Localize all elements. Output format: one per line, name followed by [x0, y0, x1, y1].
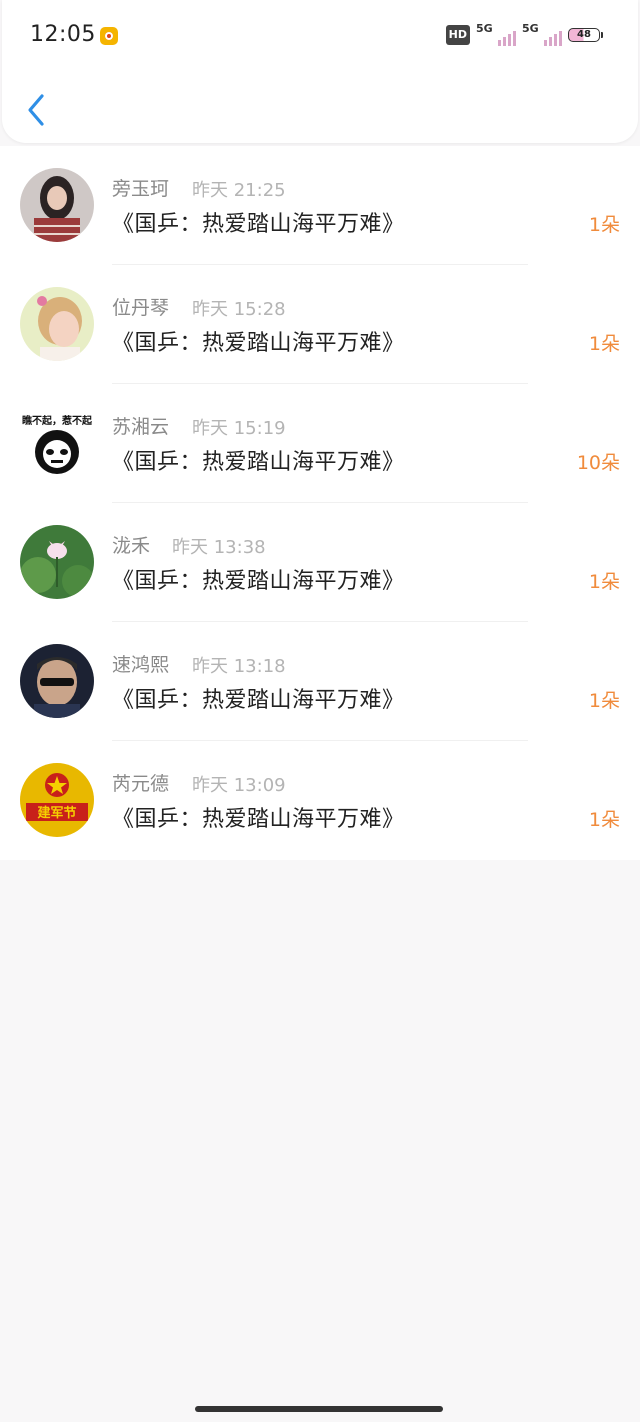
- home-indicator[interactable]: [195, 1406, 443, 1412]
- gift-list: 旁玉珂 昨天 21:25 《国乒：热爱踏山海平万难》 1朵 位丹琴 昨天 15:…: [0, 146, 640, 860]
- status-time: 12:05: [30, 22, 96, 47]
- sender-name: 泷禾: [112, 535, 151, 557]
- list-item[interactable]: 建军节 芮元德 昨天 13:09 《国乒：热爱踏山海平万难》 1朵: [0, 741, 640, 860]
- item-title: 《国乒：热爱踏山海平万难》: [112, 569, 405, 594]
- avatar[interactable]: [20, 287, 94, 361]
- chevron-left-icon: [28, 94, 44, 126]
- signal-5g-icon-1: 5G: [476, 22, 516, 46]
- signal-5g-icon-2: 5G: [522, 22, 562, 46]
- top-bar: 12:05 HD 5G 5G 48: [2, 0, 638, 143]
- avatar[interactable]: 瞧不起，惹不起: [20, 406, 94, 480]
- status-icons: HD 5G 5G 48: [445, 22, 603, 46]
- avatar[interactable]: [20, 644, 94, 718]
- sender-name: 位丹琴: [112, 297, 170, 319]
- item-title: 《国乒：热爱踏山海平万难》: [112, 212, 405, 237]
- list-item[interactable]: 旁玉珂 昨天 21:25 《国乒：热爱踏山海平万难》 1朵: [0, 146, 640, 265]
- sent-time: 昨天 13:09: [192, 775, 286, 796]
- sent-time: 昨天 13:18: [192, 656, 286, 677]
- sender-name: 旁玉珂: [112, 178, 170, 200]
- battery-icon: 48: [568, 28, 603, 42]
- item-title: 《国乒：热爱踏山海平万难》: [112, 688, 405, 713]
- flower-count: 1朵: [588, 214, 620, 236]
- sender-name: 芮元德: [112, 773, 170, 795]
- list-item[interactable]: 速鸿熙 昨天 13:18 《国乒：热爱踏山海平万难》 1朵: [0, 622, 640, 741]
- avatar[interactable]: [20, 168, 94, 242]
- app-notification-icon: [100, 27, 118, 45]
- flower-count: 1朵: [588, 333, 620, 355]
- sent-time: 昨天 21:25: [192, 180, 286, 201]
- list-item[interactable]: 泷禾 昨天 13:38 《国乒：热爱踏山海平万难》 1朵: [0, 503, 640, 622]
- svg-text:瞧不起，惹不起: 瞧不起，惹不起: [22, 414, 93, 427]
- sender-name: 苏湘云: [112, 416, 170, 438]
- back-button[interactable]: [24, 90, 52, 130]
- sent-time: 昨天 15:19: [192, 418, 286, 439]
- flower-count: 1朵: [588, 809, 620, 831]
- item-title: 《国乒：热爱踏山海平万难》: [112, 807, 405, 832]
- flower-count: 10朵: [576, 452, 620, 474]
- sender-name: 速鸿熙: [112, 654, 170, 676]
- flower-count: 1朵: [588, 690, 620, 712]
- hd-icon: HD: [445, 25, 470, 45]
- sent-time: 昨天 13:38: [172, 537, 266, 558]
- svg-text:建军节: 建军节: [37, 805, 76, 821]
- list-item[interactable]: 瞧不起，惹不起 苏湘云 昨天 15:19 《国乒：热爱踏山海平万难》 10朵: [0, 384, 640, 503]
- item-title: 《国乒：热爱踏山海平万难》: [112, 331, 405, 356]
- avatar[interactable]: [20, 525, 94, 599]
- flower-count: 1朵: [588, 571, 620, 593]
- list-item[interactable]: 位丹琴 昨天 15:28 《国乒：热爱踏山海平万难》 1朵: [0, 265, 640, 384]
- avatar[interactable]: 建军节: [20, 763, 94, 837]
- item-title: 《国乒：热爱踏山海平万难》: [112, 450, 405, 475]
- sent-time: 昨天 15:28: [192, 299, 286, 320]
